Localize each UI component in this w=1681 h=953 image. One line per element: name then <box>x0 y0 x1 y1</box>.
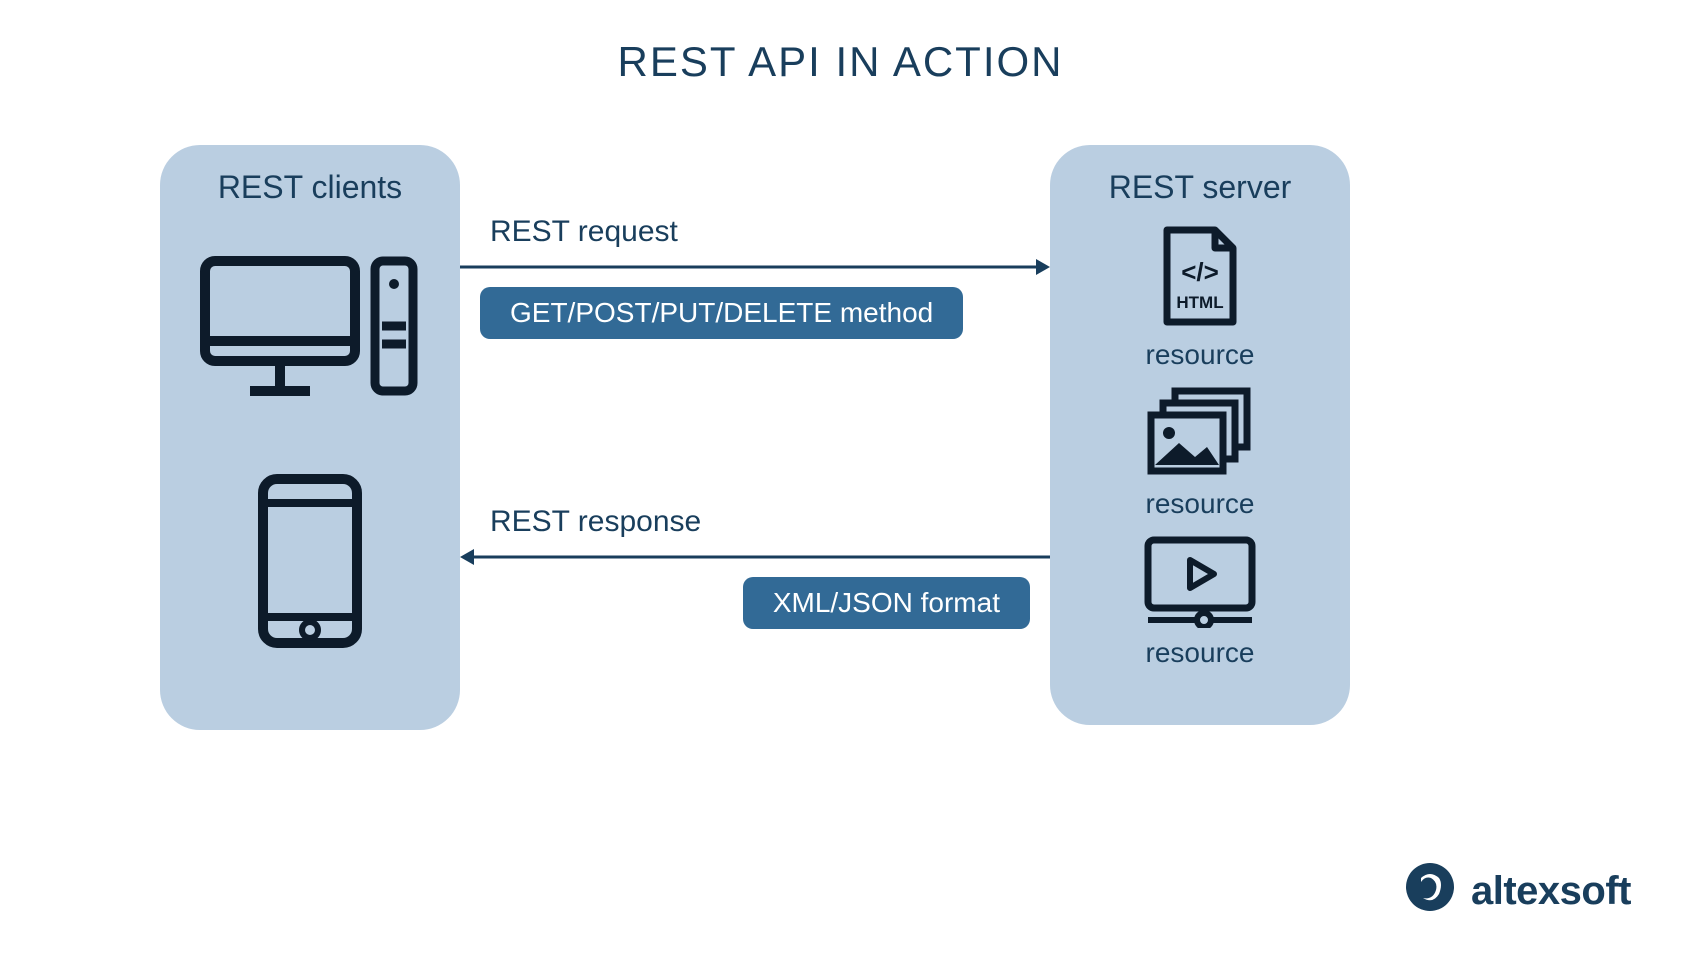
clients-title: REST clients <box>160 145 460 206</box>
diagram-stage: REST clients <box>0 145 1681 953</box>
clients-panel: REST clients <box>160 145 460 730</box>
request-label: REST request <box>490 215 1050 249</box>
server-panel: REST server </> HTML resource <box>1050 145 1350 725</box>
brand-logo: altexsoft <box>1401 860 1631 923</box>
resource-images: resource <box>1145 385 1255 520</box>
response-label: REST response <box>490 505 1050 539</box>
svg-text:</>: </> <box>1181 257 1219 287</box>
server-resources: </> HTML resource resource <box>1050 226 1350 669</box>
response-format-pill: XML/JSON format <box>743 577 1030 629</box>
html-file-icon: </> HTML <box>1155 226 1245 335</box>
client-icons-group <box>160 256 460 656</box>
response-arrow-icon <box>460 545 1050 569</box>
resource-images-label: resource <box>1146 488 1255 520</box>
resource-video-label: resource <box>1146 637 1255 669</box>
resource-html: </> HTML resource <box>1146 226 1255 371</box>
desktop-and-remote-icon <box>200 256 420 411</box>
resource-html-label: resource <box>1146 339 1255 371</box>
diagram-title: REST API IN ACTION <box>0 0 1681 86</box>
altexsoft-logo-icon <box>1401 860 1459 923</box>
request-arrow-icon <box>460 255 1050 279</box>
video-player-icon <box>1140 534 1260 633</box>
request-methods-pill: GET/POST/PUT/DELETE method <box>480 287 963 339</box>
response-arrow-group: REST response XML/JSON format <box>460 505 1050 629</box>
smartphone-icon <box>255 471 365 656</box>
brand-name: altexsoft <box>1471 869 1631 914</box>
svg-text:HTML: HTML <box>1176 293 1223 312</box>
request-arrow-group: REST request GET/POST/PUT/DELETE method <box>460 215 1050 339</box>
resource-video: resource <box>1140 534 1260 669</box>
image-gallery-icon <box>1145 385 1255 484</box>
server-title: REST server <box>1050 145 1350 206</box>
